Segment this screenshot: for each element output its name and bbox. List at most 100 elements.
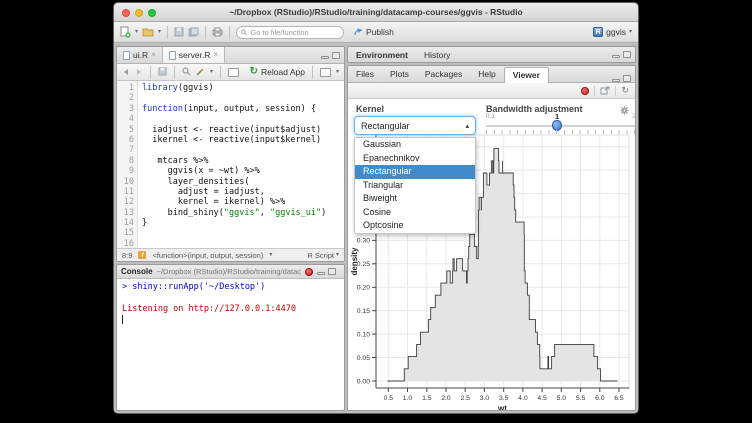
goto-file-search[interactable] [236, 26, 344, 39]
close-window-button[interactable] [122, 9, 130, 17]
code-line[interactable]: iadjust <- reactive(input$adjust) [142, 125, 344, 135]
maximize-pane-icon[interactable] [623, 75, 631, 82]
svg-text:0.15: 0.15 [357, 308, 370, 315]
tab-viewer[interactable]: Viewer [504, 67, 549, 83]
back-icon[interactable] [122, 63, 130, 81]
goto-file-input[interactable] [250, 28, 339, 37]
code-line[interactable]: library(ggvis) [142, 83, 344, 93]
find-icon[interactable] [182, 63, 191, 81]
code-line[interactable] [142, 145, 344, 155]
stop-app-icon[interactable] [581, 87, 589, 95]
close-tab-icon[interactable]: × [213, 51, 218, 59]
open-in-new-window-icon[interactable] [600, 82, 610, 100]
code-line[interactable] [142, 114, 344, 124]
console-line: Listening on http://127.0.0.1:4470 [122, 304, 339, 315]
open-file-icon[interactable] [142, 27, 154, 37]
code-line[interactable]: adjust = iadjust, [142, 187, 344, 197]
refresh-icon[interactable]: ↻ [621, 86, 629, 95]
code-line[interactable]: kernel = ikernel) %>% [142, 197, 344, 207]
new-file-icon[interactable] [120, 26, 131, 38]
bandwidth-slider[interactable]: 0.1 1 2 [486, 113, 636, 139]
minimize-window-button[interactable] [135, 9, 143, 17]
code-line[interactable]: layer_densities( [142, 177, 344, 187]
print-icon[interactable] [212, 27, 223, 37]
code-line[interactable]: } [142, 218, 344, 228]
line-number: 15 [117, 228, 134, 238]
project-menu-button[interactable]: R ggvis ▾ [593, 27, 632, 37]
run-options-icon[interactable] [320, 68, 331, 77]
new-file-caret-icon[interactable]: ▾ [135, 29, 138, 35]
tab-environment[interactable]: Environment [348, 50, 416, 60]
code-line[interactable]: bind_shiny("ggvis", "ggvis_ui") [142, 208, 344, 218]
line-number: 7 [117, 145, 134, 155]
console-tab[interactable]: Console [121, 267, 153, 276]
stop-icon[interactable] [305, 268, 313, 276]
tab-plots[interactable]: Plots [382, 67, 417, 82]
svg-text:2.0: 2.0 [441, 395, 451, 402]
r-file-icon [169, 51, 176, 60]
svg-text:0.10: 0.10 [357, 331, 370, 338]
tab-history[interactable]: History [416, 50, 458, 60]
line-number: 4 [117, 114, 134, 124]
code-tools-caret-icon[interactable]: ▾ [210, 69, 213, 75]
svg-text:5.5: 5.5 [576, 395, 586, 402]
line-number: 8 [117, 156, 134, 166]
maximize-pane-icon[interactable] [623, 51, 631, 58]
forward-icon[interactable] [135, 63, 143, 81]
open-file-caret-icon[interactable]: ▾ [158, 29, 161, 35]
kernel-option[interactable]: Optcosine [355, 219, 475, 233]
save-icon[interactable] [158, 63, 167, 81]
kernel-option[interactable]: Gaussian [355, 138, 475, 152]
maximize-pane-icon[interactable] [332, 52, 340, 59]
scope-selector[interactable]: <function>(input, output, session) [152, 251, 263, 260]
run-options-caret-icon[interactable]: ▾ [336, 69, 339, 75]
tab-ui-r[interactable]: ui.R × [117, 47, 163, 63]
titlebar: ~/Dropbox (RStudio)/RStudio/training/dat… [114, 3, 638, 22]
publish-button[interactable]: Publish [354, 27, 394, 37]
project-caret-icon: ▾ [629, 29, 632, 35]
tab-files[interactable]: Files [348, 67, 382, 82]
tab-packages[interactable]: Packages [417, 67, 470, 82]
reload-app-label: Reload App [261, 67, 305, 77]
code-line[interactable]: mtcars %>% [142, 156, 344, 166]
close-tab-icon[interactable]: × [151, 51, 156, 59]
zoom-window-button[interactable] [148, 9, 156, 17]
code-line[interactable]: ggvis(x = ~wt) %>% [142, 166, 344, 176]
minimize-pane-icon[interactable] [612, 79, 620, 82]
code-line[interactable] [142, 93, 344, 103]
line-number: 3 [117, 104, 134, 114]
code-line[interactable]: function(input, output, session) { [142, 104, 344, 114]
reload-icon: ↻ [250, 67, 258, 77]
code-line[interactable]: ikernel <- reactive(input$kernel) [142, 135, 344, 145]
kernel-selected-value: Rectangular [361, 121, 410, 131]
reload-app-button[interactable]: ↻ Reload App [250, 67, 305, 77]
code-editor[interactable]: 12345678910111213141516 library(ggvis) f… [117, 81, 344, 248]
kernel-select[interactable]: Rectangular ▴ [354, 116, 476, 135]
kernel-option[interactable]: Triangular [355, 179, 475, 193]
kernel-option[interactable]: Epanechnikov [355, 152, 475, 166]
save-icon[interactable] [174, 27, 184, 37]
code-line[interactable] [142, 239, 344, 248]
console-output[interactable]: > shiny::runApp('~/Desktop') Listening o… [117, 279, 344, 410]
code-tools-icon[interactable] [196, 63, 205, 81]
r-project-icon: R [593, 27, 603, 37]
code-text[interactable]: library(ggvis) function(input, output, s… [138, 81, 344, 248]
tab-help[interactable]: Help [470, 67, 503, 82]
compile-icon[interactable] [228, 68, 239, 77]
gear-icon[interactable] [620, 102, 629, 120]
maximize-pane-icon[interactable] [328, 268, 336, 275]
svg-text:4.5: 4.5 [537, 395, 547, 402]
kernel-option[interactable]: Cosine [355, 206, 475, 220]
kernel-option[interactable]: Rectangular [355, 165, 475, 179]
kernel-option[interactable]: Biweight [355, 192, 475, 206]
minimize-pane-icon[interactable] [612, 55, 620, 58]
console-line [122, 293, 339, 304]
tab-server-r[interactable]: server.R × [163, 47, 225, 63]
code-line[interactable] [142, 228, 344, 238]
minimize-pane-icon[interactable] [317, 272, 325, 275]
svg-text:density: density [350, 247, 359, 276]
minimize-pane-icon[interactable] [321, 56, 329, 59]
file-type-selector[interactable]: R Script [307, 251, 334, 260]
viewer-toolbar: ↻ [348, 83, 635, 99]
save-all-icon[interactable] [188, 27, 199, 37]
